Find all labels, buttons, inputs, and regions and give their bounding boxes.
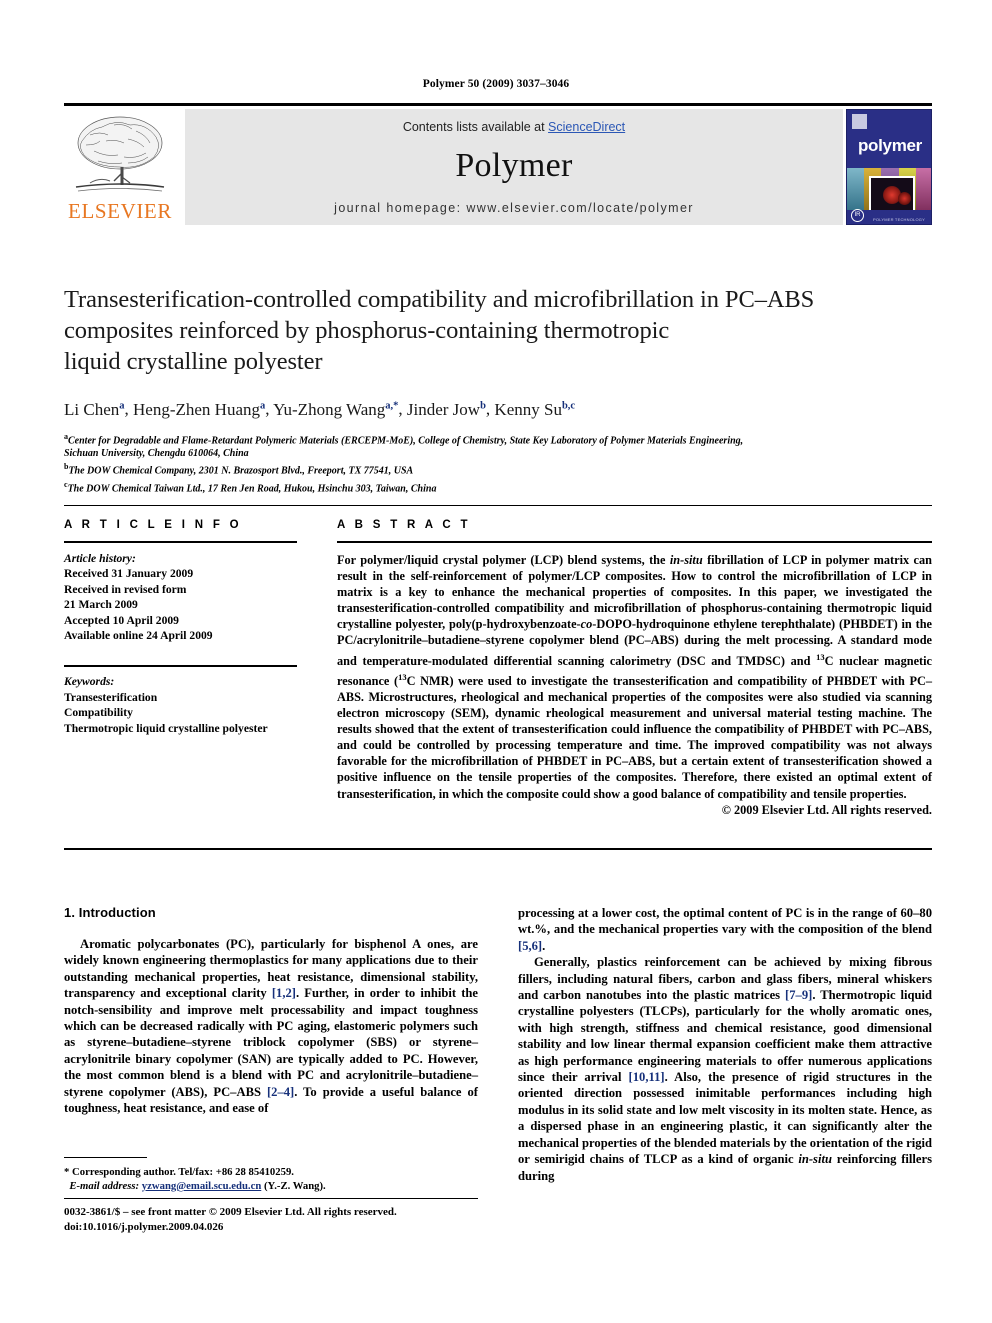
article-history-item: 21 March 2009 <box>64 598 138 612</box>
contents-available-line: Contents lists available at ScienceDirec… <box>185 120 843 134</box>
abstract-copyright: © 2009 Elsevier Ltd. All rights reserved… <box>721 802 932 817</box>
body-paragraph: Aromatic polycarbonates (PC), particular… <box>64 937 478 1116</box>
affiliation-text: The DOW Chemical Taiwan Ltd., 17 Ren Jen… <box>67 483 437 495</box>
author: Yu-Zhong Wanga,* <box>273 400 398 419</box>
author-name: Kenny Su <box>494 399 562 419</box>
author-name: Li Chen <box>64 399 120 419</box>
author-affil-mark: a <box>119 400 125 411</box>
paper-page: Polymer 50 (2009) 3037–3046 ELSEVIER Con… <box>0 0 992 1323</box>
elsevier-logo: ELSEVIER <box>64 109 176 225</box>
author-name: Jinder Jow <box>406 399 481 419</box>
keywords-label: Keywords: <box>64 675 115 689</box>
footnote-rule <box>64 1157 147 1158</box>
bottom-rule <box>64 1198 478 1199</box>
sciencedirect-link[interactable]: ScienceDirect <box>548 120 625 134</box>
cover-inset-image <box>869 176 915 212</box>
elsevier-wordmark: ELSEVIER <box>68 199 172 223</box>
author: Jinder Jowb <box>407 400 486 419</box>
title-line-3: liquid crystalline polyester <box>64 348 323 375</box>
abstract-divider <box>337 541 932 543</box>
cover-badge-icon: IR <box>851 209 864 222</box>
keywords-block: Keywords: Transesterification Compatibil… <box>64 674 297 736</box>
abstract-column: A B S T R A C T For polymer/liquid cryst… <box>337 519 932 818</box>
author-affil-mark: a,* <box>385 400 399 411</box>
journal-cover-thumbnail: polymer IR POLYMER TECHNOLOGY <box>846 109 932 225</box>
keyword-item: Transesterification <box>64 690 158 704</box>
abstract-heading: A B S T R A C T <box>337 519 471 531</box>
affiliation-a-line-2: Sichuan University, Chengdu 610064, Chin… <box>64 448 249 460</box>
panel-bottom-rule <box>64 848 932 850</box>
article-history-item: Received 31 January 2009 <box>64 567 194 581</box>
email-link[interactable]: yzwang@email.scu.edu.cn <box>142 1180 262 1192</box>
author-list: Li Chena, Heng-Zhen Huanga, Yu-Zhong Wan… <box>64 399 576 419</box>
author-name: Yu-Zhong Wang <box>273 399 386 419</box>
body-column-left: 1. Introduction Aromatic polycarbonates … <box>64 905 478 1116</box>
body-column-right: processing at a lower cost, the optimal … <box>518 905 932 1184</box>
author: Heng-Zhen Huanga <box>133 400 265 419</box>
affiliation-text: The DOW Chemical Company, 2301 N. Brazos… <box>68 465 414 477</box>
running-head: Polymer 50 (2009) 3037–3046 <box>422 78 570 90</box>
title-block: Transesterification-controlled compatibi… <box>64 284 932 495</box>
bottom-matter: 0032-3861/$ – see front matter © 2009 El… <box>64 1205 564 1234</box>
masthead-top-rule <box>64 103 932 106</box>
author: Li Chena <box>64 400 125 419</box>
author-affil-mark: b <box>480 400 486 411</box>
email-owner: (Y.-Z. Wang). <box>263 1180 326 1192</box>
body-paragraph: processing at a lower cost, the optimal … <box>518 906 932 953</box>
article-history-item: Accepted 10 April 2009 <box>64 613 179 627</box>
article-history-block: Article history: Received 31 January 200… <box>64 551 297 643</box>
author-affil-mark: b,c <box>561 400 576 411</box>
issn-front-matter-line: 0032-3861/$ – see front matter © 2009 El… <box>64 1206 397 1218</box>
keyword-item: Compatibility <box>64 706 133 720</box>
page-title: Transesterification-controlled compatibi… <box>64 284 932 377</box>
affiliation-b-line-1: bThe DOW Chemical Company, 2301 N. Brazo… <box>64 460 932 478</box>
cover-elsevier-mark-icon <box>852 114 867 129</box>
contents-prefix: Contents lists available at <box>402 120 549 134</box>
affiliation-c-line-1: cThe DOW Chemical Taiwan Ltd., 17 Ren Je… <box>64 478 932 496</box>
article-info-column: A R T I C L E I N F O Article history: R… <box>64 519 297 736</box>
journal-title: Polymer <box>455 147 573 184</box>
elsevier-tree-icon <box>70 111 170 199</box>
article-history-label: Article history: <box>64 552 136 565</box>
cover-footer-text: POLYMER TECHNOLOGY <box>873 217 925 222</box>
cover-journal-title: polymer <box>857 136 923 155</box>
body-paragraph: Generally, plastics reinforcement can be… <box>518 955 933 1183</box>
title-line-2: composites reinforced by phosphorus-cont… <box>64 317 670 344</box>
article-info-heading: A R T I C L E I N F O <box>64 519 242 531</box>
article-history-item: Available online 24 April 2009 <box>64 629 213 643</box>
footnote-email-line: E-mail address: yzwang@email.scu.edu.cn … <box>64 1179 478 1193</box>
article-info-divider <box>64 541 297 543</box>
corresponding-author-footnote: * Corresponding author. Tel/fax: +86 28 … <box>64 1157 478 1193</box>
affiliation-a-line-1: aCenter for Degradable and Flame-Retarda… <box>64 430 932 448</box>
journal-band: Contents lists available at ScienceDirec… <box>185 109 843 225</box>
article-history-item: Received in revised form <box>64 582 187 596</box>
keyword-item: Thermotropic liquid crystalline polyeste… <box>64 721 268 735</box>
abstract-text: For polymer/liquid crystal polymer (LCP)… <box>337 553 932 801</box>
affiliation-text: Center for Degradable and Flame-Retardan… <box>68 434 744 446</box>
author-affil-mark: a <box>260 400 266 411</box>
title-line-1: Transesterification-controlled compatibi… <box>64 286 815 313</box>
section-heading-introduction: 1. Introduction <box>64 905 156 920</box>
journal-homepage-line[interactable]: journal homepage: www.elsevier.com/locat… <box>185 201 843 215</box>
affiliation-list: aCenter for Degradable and Flame-Retarda… <box>64 430 932 496</box>
author: Kenny Sub,c <box>494 400 575 419</box>
footnote-corresponding-line: * Corresponding author. Tel/fax: +86 28 … <box>64 1166 294 1178</box>
author-name: Heng-Zhen Huang <box>133 399 260 419</box>
keywords-divider <box>64 665 297 668</box>
panel-top-rule <box>64 505 932 506</box>
email-label: E-mail address: <box>69 1180 140 1192</box>
doi-line: doi:10.1016/j.polymer.2009.04.026 <box>64 1220 224 1233</box>
journal-masthead: ELSEVIER Contents lists available at Sci… <box>64 103 932 225</box>
cover-burst-secondary-icon <box>898 192 911 205</box>
